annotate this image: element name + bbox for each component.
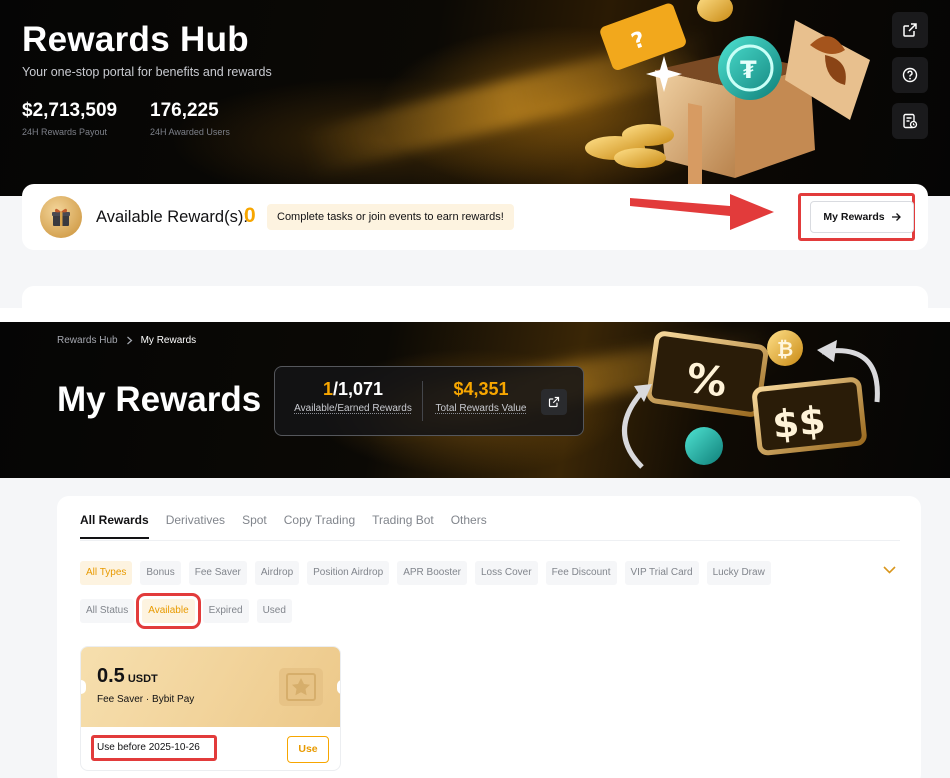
- status-filter: All Status Available Expired Used: [80, 593, 292, 629]
- my-rewards-screen: Rewards Hub My Rewards My Rewards 1/1,07…: [0, 322, 950, 778]
- type-chip-lucky-draw[interactable]: Lucky Draw: [706, 561, 771, 585]
- breadcrumb-rewards-hub[interactable]: Rewards Hub: [57, 335, 118, 346]
- rewards-hub-screen: Rewards Hub Your one-stop portal for ben…: [0, 0, 950, 308]
- type-chip-fee-saver[interactable]: Fee Saver: [188, 561, 247, 585]
- svg-text:%: %: [683, 355, 729, 406]
- type-chip-airdrop[interactable]: Airdrop: [254, 561, 300, 585]
- external-link-icon: [548, 396, 560, 408]
- breadcrumb-my-rewards: My Rewards: [140, 335, 197, 346]
- use-button[interactable]: Use: [287, 736, 329, 763]
- arrow-right-icon: [891, 213, 901, 221]
- stat-rewards-payout: $2,713,509 24H Rewards Payout: [22, 100, 118, 137]
- earned-count: /1,071: [332, 379, 384, 399]
- available-earned-label: Available/Earned Rewards: [294, 403, 412, 414]
- ticket-star-icon: [279, 668, 323, 706]
- tab-derivatives[interactable]: Derivatives: [166, 513, 225, 539]
- tab-others[interactable]: Others: [451, 513, 487, 539]
- chevron-right-icon: [126, 336, 133, 345]
- available-earned-stat: 1/1,071 Available/Earned Rewards: [291, 379, 415, 414]
- type-chip-apr-booster[interactable]: APR Booster: [397, 561, 467, 585]
- rewards-hub-content-card: [22, 286, 928, 308]
- page-title: My Rewards: [57, 380, 262, 419]
- external-link-button[interactable]: [892, 12, 928, 48]
- reward-unit: USDT: [127, 673, 158, 685]
- available-count: 1: [322, 379, 333, 399]
- type-chip-all-types[interactable]: All Types: [80, 561, 133, 585]
- available-rewards-count: 0: [244, 204, 256, 227]
- reward-card: 0.5 USDT Fee Saver · Bybit Pay Use before…: [80, 646, 341, 771]
- gift-icon: [40, 196, 82, 238]
- page: Rewards Hub Your one-stop portal for ben…: [0, 0, 950, 778]
- svg-text:₮: ₮: [740, 56, 757, 84]
- total-value: $4,351: [453, 379, 509, 399]
- tab-copy-trading[interactable]: Copy Trading: [284, 513, 355, 539]
- order-history-button[interactable]: [892, 103, 928, 139]
- type-filter: All Types Bonus Fee Saver Airdrop Positi…: [80, 561, 771, 585]
- rewards-panel: All Rewards Derivatives Spot Copy Tradin…: [57, 496, 921, 778]
- type-chip-position-airdrop[interactable]: Position Airdrop: [307, 561, 390, 585]
- external-link-icon: [903, 23, 917, 37]
- chevron-down-icon[interactable]: [883, 566, 896, 574]
- reward-expiry: Use before 2025-10-26: [97, 742, 200, 753]
- tab-trading-bot[interactable]: Trading Bot: [372, 513, 434, 539]
- breadcrumb: Rewards Hub My Rewards: [57, 335, 196, 346]
- page-title: Rewards Hub: [22, 20, 249, 59]
- available-rewards-bar: Available Reward(s): 0 Complete tasks or…: [22, 184, 928, 250]
- my-rewards-hero: Rewards Hub My Rewards My Rewards 1/1,07…: [0, 322, 950, 478]
- order-history-icon: [903, 113, 918, 129]
- svg-text:₿: ₿: [777, 337, 793, 361]
- rewards-hub-hero: Rewards Hub Your one-stop portal for ben…: [0, 0, 950, 196]
- total-value-label: Total Rewards Value: [435, 403, 527, 414]
- total-value-stat: $4,351 Total Rewards Value: [431, 379, 531, 414]
- type-chip-vip-trial-card[interactable]: VIP Trial Card: [624, 561, 699, 585]
- status-chip-available[interactable]: Available: [136, 593, 201, 629]
- rewards-stats-panel: 1/1,071 Available/Earned Rewards $4,351 …: [274, 366, 584, 436]
- help-circle-icon: [902, 67, 918, 83]
- reward-type: Fee Saver · Bybit Pay: [97, 694, 195, 705]
- gift-box-illustration: ? ₮: [585, 0, 870, 196]
- my-rewards-button[interactable]: My Rewards: [810, 201, 914, 233]
- page-subtitle: Your one-stop portal for benefits and re…: [22, 65, 272, 79]
- earn-rewards-tip: Complete tasks or join events to earn re…: [267, 204, 514, 230]
- status-chip-used[interactable]: Used: [256, 599, 292, 623]
- type-chip-fee-discount[interactable]: Fee Discount: [545, 561, 617, 585]
- help-button[interactable]: [892, 57, 928, 93]
- status-chip-all-status[interactable]: All Status: [80, 599, 135, 623]
- reward-amount: 0.5: [97, 665, 125, 687]
- svg-text:$$: $$: [770, 398, 827, 447]
- type-chip-bonus[interactable]: Bonus: [140, 561, 181, 585]
- available-rewards-label: Available Reward(s):: [96, 208, 248, 226]
- stat-awarded-users: 176,225 24H Awarded Users: [150, 100, 230, 137]
- external-link-button[interactable]: [541, 389, 567, 415]
- tab-spot[interactable]: Spot: [242, 513, 267, 539]
- money-cards-illustration: % $$ ₿: [622, 330, 880, 469]
- status-chip-expired[interactable]: Expired: [202, 599, 249, 623]
- reward-card-header: 0.5 USDT Fee Saver · Bybit Pay: [81, 647, 340, 727]
- type-chip-loss-cover[interactable]: Loss Cover: [475, 561, 538, 585]
- annotation-arrow-icon: [630, 194, 774, 230]
- tab-all-rewards[interactable]: All Rewards: [80, 513, 149, 539]
- category-tabs: All Rewards Derivatives Spot Copy Tradin…: [80, 513, 504, 539]
